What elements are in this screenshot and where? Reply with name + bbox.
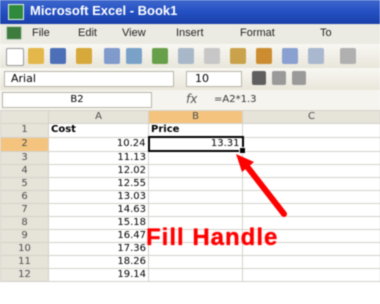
row-header[interactable]: 7 bbox=[0, 202, 49, 217]
table-row: 6 13.03 bbox=[0, 189, 380, 204]
row-header[interactable]: 6 bbox=[0, 189, 49, 204]
cell-a3[interactable]: 11.13 bbox=[48, 150, 149, 165]
formula-bar: B2 fx =A2*1.3 bbox=[0, 90, 380, 111]
cell-c2[interactable] bbox=[242, 136, 380, 152]
cell-a6[interactable]: 13.03 bbox=[48, 189, 149, 204]
cell-b12[interactable] bbox=[148, 267, 243, 282]
cut-icon[interactable] bbox=[178, 48, 194, 64]
table-row: 12 19.14 bbox=[0, 267, 380, 282]
italic-icon[interactable] bbox=[272, 71, 286, 85]
cell-a12[interactable]: 19.14 bbox=[48, 267, 149, 282]
font-size-select[interactable]: 10 bbox=[186, 71, 242, 87]
table-row: 11 18.26 bbox=[0, 254, 380, 269]
column-header-b[interactable]: B bbox=[148, 110, 243, 124]
undo-icon[interactable] bbox=[282, 48, 298, 64]
menu-view[interactable]: View bbox=[122, 27, 146, 39]
cell-b6[interactable] bbox=[148, 189, 243, 204]
redo-icon[interactable] bbox=[308, 48, 324, 64]
menu-insert[interactable]: Insert bbox=[176, 27, 204, 39]
cell-a8[interactable]: 15.18 bbox=[48, 215, 149, 230]
row-header[interactable]: 1 bbox=[0, 123, 49, 138]
permission-icon[interactable] bbox=[76, 48, 92, 64]
spelling-icon[interactable] bbox=[152, 48, 168, 64]
menu-format[interactable]: Format bbox=[240, 27, 275, 39]
row-header[interactable]: 11 bbox=[0, 254, 49, 269]
title-bar: Microsoft Excel - Book1 bbox=[0, 0, 380, 24]
menu-file[interactable]: File bbox=[32, 27, 50, 39]
active-cell-b2[interactable]: 13.31 bbox=[147, 136, 246, 154]
new-icon[interactable] bbox=[6, 48, 24, 66]
font-name-select[interactable]: Arial bbox=[4, 71, 174, 87]
format-painter-icon[interactable] bbox=[256, 48, 272, 64]
row-header[interactable]: 10 bbox=[0, 241, 49, 256]
menu-tools[interactable]: To bbox=[320, 27, 332, 39]
cell-b7[interactable] bbox=[148, 202, 243, 217]
bold-icon[interactable] bbox=[252, 71, 266, 85]
cell-c12[interactable] bbox=[242, 267, 380, 282]
callout-arrow bbox=[236, 154, 287, 217]
table-row: 1 Cost Price bbox=[0, 123, 380, 138]
row-header[interactable]: 5 bbox=[0, 176, 49, 191]
underline-icon[interactable] bbox=[292, 71, 306, 85]
cell-b11[interactable] bbox=[148, 254, 243, 269]
fill-handle-annotation: Fill Handle bbox=[146, 224, 279, 251]
table-row: 2 10.24 13.31 bbox=[0, 136, 380, 154]
chart-wizard-icon[interactable] bbox=[340, 48, 356, 64]
cell-a7[interactable]: 14.63 bbox=[48, 202, 149, 217]
menu-bar: File Edit View Insert Format To bbox=[0, 24, 380, 45]
cell-a9[interactable]: 16.47 bbox=[48, 228, 149, 243]
cell-b3[interactable] bbox=[148, 150, 243, 165]
row-header[interactable]: 8 bbox=[0, 215, 49, 230]
cell-a4[interactable]: 12.02 bbox=[48, 163, 149, 178]
copy-icon[interactable] bbox=[204, 48, 220, 64]
cell-a1[interactable]: Cost bbox=[48, 123, 149, 138]
standard-toolbar bbox=[0, 44, 380, 69]
cell-a11[interactable]: 18.26 bbox=[48, 254, 149, 269]
cell-a5[interactable]: 12.55 bbox=[48, 176, 149, 191]
column-header-a[interactable]: A bbox=[48, 110, 149, 124]
print-icon[interactable] bbox=[104, 48, 120, 64]
save-icon[interactable] bbox=[50, 48, 66, 64]
print-preview-icon[interactable] bbox=[126, 48, 142, 64]
cell-b4[interactable] bbox=[148, 163, 243, 178]
cell-c11[interactable] bbox=[242, 254, 380, 269]
column-header-c[interactable]: C bbox=[242, 110, 380, 124]
name-box[interactable]: B2 bbox=[2, 92, 152, 108]
table-row: 4 12.02 bbox=[0, 163, 380, 178]
row-header[interactable]: 12 bbox=[0, 267, 49, 282]
cell-b1[interactable]: Price bbox=[148, 123, 243, 138]
select-all-corner[interactable] bbox=[0, 110, 49, 124]
worksheet-grid: A B C 1 Cost Price 2 10.24 13.31 3 11.13 bbox=[0, 110, 380, 304]
cell-b2-value: 13.31 bbox=[210, 138, 240, 149]
table-row: 7 14.63 bbox=[0, 202, 380, 217]
menu-edit[interactable]: Edit bbox=[78, 27, 97, 39]
row-header[interactable]: 4 bbox=[0, 163, 49, 178]
window-title: Microsoft Excel - Book1 bbox=[30, 3, 178, 18]
excel-icon bbox=[8, 4, 24, 20]
cell-c1[interactable] bbox=[242, 123, 380, 138]
formula-input[interactable]: =A2*1.3 bbox=[214, 94, 257, 105]
cell-a2[interactable]: 10.24 bbox=[48, 136, 149, 152]
paste-icon[interactable] bbox=[230, 48, 246, 64]
row-header[interactable]: 3 bbox=[0, 150, 49, 165]
table-row: 5 12.55 bbox=[0, 176, 380, 191]
fx-icon[interactable]: fx bbox=[186, 92, 197, 106]
table-row: 3 11.13 bbox=[0, 150, 380, 165]
row-header[interactable]: 9 bbox=[0, 228, 49, 243]
formatting-toolbar: Arial 10 bbox=[0, 68, 380, 91]
cell-a10[interactable]: 17.36 bbox=[48, 241, 149, 256]
workbook-icon[interactable] bbox=[6, 26, 22, 40]
open-icon[interactable] bbox=[28, 48, 44, 64]
row-header[interactable]: 2 bbox=[0, 136, 49, 152]
cell-b5[interactable] bbox=[148, 176, 243, 191]
